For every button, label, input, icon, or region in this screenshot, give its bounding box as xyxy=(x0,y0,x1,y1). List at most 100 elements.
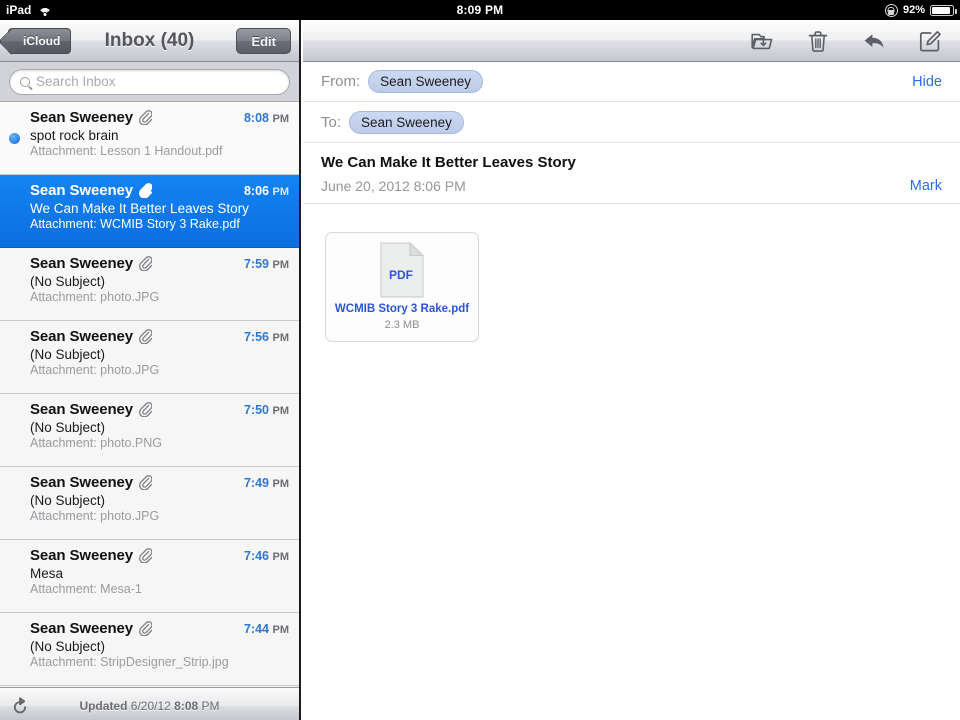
status-bar: iPad 8:09 PM 92% xyxy=(0,0,960,20)
back-button-icloud[interactable]: iCloud xyxy=(8,28,72,54)
message-row-top: Sean Sweeney 7:59 PM xyxy=(30,255,289,272)
to-row: To: Sean Sweeney xyxy=(303,102,960,143)
message-sender: Sean Sweeney xyxy=(30,109,134,126)
status-bar-clock: 8:09 PM xyxy=(456,3,504,17)
to-label: To: xyxy=(321,113,342,131)
message-sender: Sean Sweeney xyxy=(30,474,134,491)
message-row-top: Sean Sweeney 7:49 PM xyxy=(30,474,289,491)
message-time: 7:56 PM xyxy=(243,330,289,344)
message-attachment-label: Attachment: photo.JPG xyxy=(30,363,160,377)
message-list-item[interactable]: Sean Sweeney 7:50 PM (No Subject) Attachmen… xyxy=(0,394,299,467)
from-row: From: Sean Sweeney Hide xyxy=(303,62,960,102)
updated-date: 6/20/12 xyxy=(130,699,171,713)
message-time: 7:46 PM xyxy=(243,549,289,563)
message-subject-preview: spot rock brain xyxy=(30,128,119,143)
message-list-item[interactable]: Sean Sweeney 7:46 PM Mesa Attachment: Mesa-… xyxy=(0,540,299,613)
updated-status: Updated 6/20/12 8:08 PM xyxy=(79,699,219,713)
battery-icon xyxy=(930,4,957,16)
message-toolbar xyxy=(303,20,960,62)
edit-button[interactable]: Edit xyxy=(236,28,291,54)
refresh-icon[interactable] xyxy=(10,697,30,717)
updated-ampm: PM xyxy=(201,699,220,713)
paperclip-icon xyxy=(139,475,153,490)
search-placeholder: Search Inbox xyxy=(36,74,116,89)
message-subject-preview: (No Subject) xyxy=(30,420,106,435)
mark-button[interactable]: Mark xyxy=(910,178,942,194)
message-subject-preview: We Can Make It Better Leaves Story xyxy=(30,201,249,216)
message-subject: We Can Make It Better Leaves Story xyxy=(321,154,576,171)
message-list-item[interactable]: Sean Sweeney 7:59 PM (No Subject) Attachmen… xyxy=(0,248,299,321)
message-subject-preview: (No Subject) xyxy=(30,347,106,362)
message-list-item[interactable]: Sean Sweeney 8:08 PM spot rock brain Attach… xyxy=(0,102,299,175)
message-row-top: Sean Sweeney 7:50 PM xyxy=(30,401,289,418)
hide-details-button[interactable]: Hide xyxy=(912,74,942,90)
message-list-item[interactable]: Sean Sweeney 7:56 PM (No Subject) Attachmen… xyxy=(0,321,299,394)
message-attachment-label: Attachment: WCMIB Story 3 Rake.pdf xyxy=(30,217,240,231)
message-subject-preview: (No Subject) xyxy=(30,274,106,289)
subject-block: We Can Make It Better Leaves Story June … xyxy=(303,143,960,204)
message-sender: Sean Sweeney xyxy=(30,547,134,564)
paperclip-icon xyxy=(139,329,153,344)
message-list[interactable]: Sean Sweeney 8:08 PM spot rock brain Attach… xyxy=(0,102,299,687)
message-list-item[interactable]: Sean Sweeney 7:44 PM (No Subject) Attachmen… xyxy=(0,613,299,686)
message-body: PDF WCMIB Story 3 Rake.pdf 2.3 MB xyxy=(303,204,960,342)
rotation-lock-icon xyxy=(884,3,898,17)
back-button-label: iCloud xyxy=(23,34,61,48)
message-row-top: Sean Sweeney 7:44 PM xyxy=(30,620,289,637)
edit-button-label: Edit xyxy=(251,33,276,49)
message-list-item[interactable]: Sean Sweeney 7:49 PM (No Subject) Attachmen… xyxy=(0,467,299,540)
message-sender: Sean Sweeney xyxy=(30,255,134,272)
mailbox-navigation-bar: iCloud Inbox (40) Edit xyxy=(0,20,299,62)
move-to-folder-icon[interactable] xyxy=(750,29,774,53)
message-time: 7:44 PM xyxy=(243,622,289,636)
reply-icon[interactable] xyxy=(862,29,886,53)
message-attachment-label: Attachment: Mesa-1 xyxy=(30,582,142,596)
paperclip-icon xyxy=(139,621,153,636)
mailbox-pane: iCloud Inbox (40) Edit Search Inbox Sean… xyxy=(0,20,301,720)
message-attachment-label: Attachment: photo.PNG xyxy=(30,436,163,450)
paperclip-icon xyxy=(139,256,153,271)
pdf-type-label: PDF xyxy=(389,268,413,282)
battery-percent-label: 92% xyxy=(902,4,925,16)
updated-label: Updated xyxy=(79,699,128,713)
attachment-card[interactable]: PDF WCMIB Story 3 Rake.pdf 2.3 MB xyxy=(325,232,479,342)
message-time: 8:06 PM xyxy=(243,184,289,198)
search-bar-container: Search Inbox xyxy=(0,62,299,102)
message-time: 7:59 PM xyxy=(243,257,289,271)
mailbox-footer: Updated 6/20/12 8:08 PM xyxy=(0,687,299,720)
message-row-top: Sean Sweeney 7:46 PM xyxy=(30,547,289,564)
paperclip-icon xyxy=(139,548,153,563)
message-time: 7:50 PM xyxy=(243,403,289,417)
message-attachment-label: Attachment: StripDesigner_Strip.jpg xyxy=(30,655,229,669)
message-date: June 20, 2012 8:06 PM xyxy=(321,178,466,194)
message-sender: Sean Sweeney xyxy=(30,620,134,637)
from-recipient-pill[interactable]: Sean Sweeney xyxy=(368,70,483,93)
trash-icon[interactable] xyxy=(806,29,830,53)
message-subject-preview: Mesa xyxy=(30,566,64,581)
message-sender: Sean Sweeney xyxy=(30,328,134,345)
ipad-mail-screen: iPad 8:09 PM 92% iCloud Inbox (40) Edit … xyxy=(0,0,960,720)
message-sender: Sean Sweeney xyxy=(30,401,134,418)
mailbox-title: Inbox (40) xyxy=(104,29,195,51)
message-row-top: Sean Sweeney 7:56 PM xyxy=(30,328,289,345)
message-attachment-label: Attachment: photo.JPG xyxy=(30,509,160,523)
message-attachment-label: Attachment: Lesson 1 Handout.pdf xyxy=(30,144,223,158)
updated-time: 8:08 xyxy=(174,699,199,713)
pdf-file-icon: PDF xyxy=(380,242,424,298)
to-recipient-pill[interactable]: Sean Sweeney xyxy=(349,110,464,134)
message-subject-preview: (No Subject) xyxy=(30,639,106,654)
from-label: From: xyxy=(321,73,361,90)
search-input[interactable]: Search Inbox xyxy=(9,68,290,95)
attachment-name[interactable]: WCMIB Story 3 Rake.pdf xyxy=(335,303,469,316)
message-pane: From: Sean Sweeney Hide To: Sean Sweeney… xyxy=(303,20,960,720)
message-sender: Sean Sweeney xyxy=(30,182,134,199)
message-attachment-label: Attachment: photo.JPG xyxy=(30,290,160,304)
paperclip-icon xyxy=(139,183,153,198)
message-row-top: Sean Sweeney 8:06 PM xyxy=(30,182,289,199)
message-subject-preview: (No Subject) xyxy=(30,493,106,508)
paperclip-icon xyxy=(139,110,153,125)
status-bar-right: 92% xyxy=(884,3,957,17)
message-list-item[interactable]: Sean Sweeney 8:06 PM We Can Make It Better… xyxy=(0,175,299,248)
compose-icon[interactable] xyxy=(918,29,942,53)
search-icon xyxy=(20,76,30,87)
